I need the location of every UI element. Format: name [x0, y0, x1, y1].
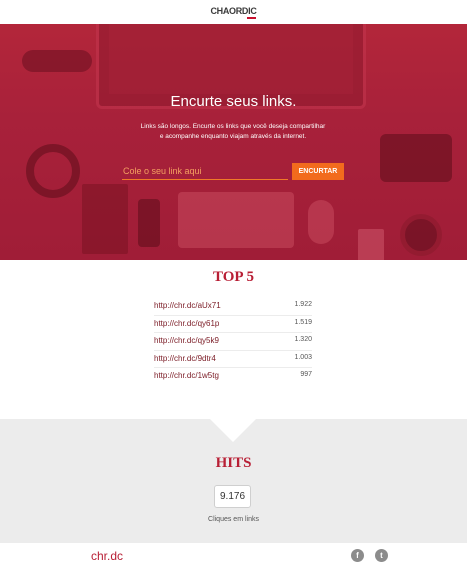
headphones-illustration	[26, 144, 80, 198]
click-count: 1.003	[294, 353, 312, 361]
logo-accent	[247, 17, 256, 19]
list-item: http://chr.dc/1w5tg 997	[154, 368, 312, 386]
short-link[interactable]: http://chr.dc/9dtr4	[154, 354, 216, 363]
sunglasses-illustration	[22, 50, 92, 72]
footer: chr.dc f t	[0, 543, 467, 568]
hero-banner: Encurte seus links. Links são longos. En…	[0, 24, 467, 260]
mouse-illustration	[308, 200, 334, 244]
short-link[interactable]: http://chr.dc/qy61p	[154, 319, 219, 328]
chaordic-logo[interactable]: CHAORDIC	[0, 6, 467, 16]
hits-section: HITS 9.176 Cliques em links	[0, 419, 467, 543]
hero-subtitle-line-1: Links são longos. Encurte os links que v…	[140, 123, 326, 130]
list-item: http://chr.dc/9dtr4 1.003	[154, 351, 312, 368]
click-count: 997	[300, 371, 312, 378]
hits-title: HITS	[215, 455, 252, 471]
section-notch	[210, 419, 256, 442]
hits-caption: Cliques em links	[208, 516, 259, 523]
list-item: http://chr.dc/qy5k9 1.320	[154, 333, 312, 351]
lens-illustration	[400, 214, 442, 256]
hero-title: Encurte seus links.	[170, 93, 297, 110]
shorten-button[interactable]: ENCURTAR	[292, 163, 344, 180]
shorten-form: ENCURTAR	[122, 162, 344, 182]
click-count: 1.320	[294, 336, 312, 343]
footer-brand-link[interactable]: chr.dc	[91, 549, 123, 563]
hero-subtitle-line-2: e acompanhe enquanto viajam através da i…	[159, 133, 307, 140]
playing-card-illustration	[358, 229, 384, 260]
facebook-icon[interactable]: f	[351, 549, 364, 562]
hits-counter: 9.176	[214, 485, 251, 508]
click-count: 1.922	[294, 301, 312, 308]
list-item: http://chr.dc/aUx71 1.922	[154, 298, 312, 316]
click-count: 1.519	[294, 318, 312, 326]
short-link[interactable]: http://chr.dc/1w5tg	[154, 371, 219, 380]
hero-subtitle: Links são longos. Encurte os links que v…	[118, 122, 348, 142]
keyboard-illustration	[178, 192, 294, 248]
short-link[interactable]: http://chr.dc/qy5k9	[154, 336, 219, 345]
list-item: http://chr.dc/qy61p 1.519	[154, 316, 312, 333]
twitter-icon[interactable]: t	[375, 549, 388, 562]
notebook-illustration	[82, 184, 128, 254]
camera-illustration	[380, 134, 452, 182]
top5-title: TOP 5	[213, 269, 254, 285]
short-link[interactable]: http://chr.dc/aUx71	[154, 301, 221, 310]
url-input[interactable]	[122, 162, 288, 180]
phone-illustration	[138, 199, 160, 247]
top5-list: http://chr.dc/aUx71 1.922 http://chr.dc/…	[154, 298, 312, 386]
top-bar: CHAORDIC	[0, 0, 467, 24]
